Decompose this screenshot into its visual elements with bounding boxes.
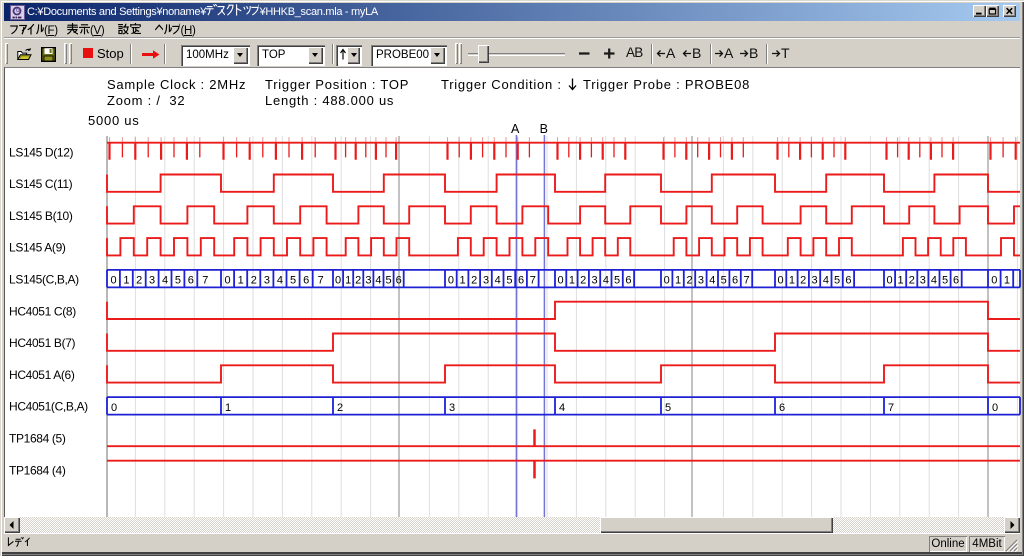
svg-text:4: 4 [495,275,501,287]
svg-text:TP1684 (5): TP1684 (5) [9,432,66,446]
svg-text:0: 0 [664,275,670,287]
svg-text:1: 1 [1004,275,1010,287]
svg-text:7: 7 [888,402,894,414]
svg-text:6: 6 [188,275,194,287]
svg-text:4: 4 [277,275,283,287]
svg-text:5: 5 [290,275,296,287]
svg-text:6: 6 [303,275,309,287]
svg-text:7: 7 [202,275,208,287]
svg-text:1: 1 [460,275,466,287]
svg-text:0: 0 [448,275,454,287]
svg-text:3: 3 [483,275,489,287]
svg-text:2: 2 [909,275,915,287]
svg-text:6: 6 [732,275,738,287]
svg-text:5: 5 [834,275,840,287]
svg-text:5: 5 [175,275,181,287]
svg-text:1: 1 [238,275,244,287]
svg-text:6: 6 [953,275,959,287]
svg-text:LS145 B(10): LS145 B(10) [9,209,73,223]
svg-text:3: 3 [920,275,926,287]
svg-text:LS145 C(11): LS145 C(11) [9,177,73,191]
svg-text:LS145 D(12): LS145 D(12) [9,145,74,159]
svg-text:4: 4 [162,275,168,287]
svg-text:HC4051 C(8): HC4051 C(8) [9,304,76,318]
svg-text:A: A [511,122,520,136]
svg-text:3: 3 [264,275,270,287]
svg-text:5: 5 [386,275,392,287]
svg-text:6: 6 [396,275,402,287]
svg-text:2: 2 [136,275,142,287]
svg-text:2: 2 [800,275,806,287]
svg-text:0: 0 [335,275,341,287]
svg-text:4: 4 [375,275,381,287]
svg-text:LS145 A(9): LS145 A(9) [9,241,66,255]
svg-text:1: 1 [225,402,231,414]
svg-text:0: 0 [991,275,997,287]
svg-text:3: 3 [449,402,455,414]
svg-text:4: 4 [709,275,715,287]
svg-text:0: 0 [886,275,892,287]
svg-text:0: 0 [225,275,231,287]
svg-text:LS145(C,B,A): LS145(C,B,A) [9,273,79,287]
svg-text:0: 0 [111,402,117,414]
svg-text:0: 0 [110,275,116,287]
svg-text:6: 6 [779,402,785,414]
svg-text:0: 0 [992,402,998,414]
svg-text:7: 7 [743,275,749,287]
svg-text:4: 4 [559,402,565,414]
svg-text:1: 1 [675,275,681,287]
svg-text:2: 2 [471,275,477,287]
svg-text:1: 1 [123,275,129,287]
svg-text:3: 3 [591,275,597,287]
svg-text:5: 5 [614,275,620,287]
svg-text:6: 6 [518,275,524,287]
svg-text:2: 2 [580,275,586,287]
svg-text:2: 2 [355,275,361,287]
svg-text:4: 4 [603,275,609,287]
svg-text:3: 3 [698,275,704,287]
svg-text:6: 6 [845,275,851,287]
svg-text:1: 1 [569,275,575,287]
svg-text:5: 5 [721,275,727,287]
svg-text:3: 3 [365,275,371,287]
svg-text:TP1684 (4): TP1684 (4) [9,463,66,477]
svg-text:1: 1 [898,275,904,287]
svg-text:HC4051 A(6): HC4051 A(6) [9,368,75,382]
svg-text:4: 4 [823,275,829,287]
svg-text:HC4051 B(7): HC4051 B(7) [9,336,76,350]
svg-text:5: 5 [665,402,671,414]
svg-text:1: 1 [345,275,351,287]
svg-text:3: 3 [811,275,817,287]
svg-text:5: 5 [942,275,948,287]
svg-text:4: 4 [931,275,937,287]
svg-text:2: 2 [337,402,343,414]
svg-text:6: 6 [625,275,631,287]
svg-text:5: 5 [506,275,512,287]
svg-text:7: 7 [530,275,536,287]
svg-text:1: 1 [789,275,795,287]
svg-text:B: B [540,122,548,136]
svg-text:HC4051(C,B,A): HC4051(C,B,A) [9,400,88,414]
svg-text:2: 2 [686,275,692,287]
svg-text:2: 2 [251,275,257,287]
svg-text:0: 0 [778,275,784,287]
svg-text:3: 3 [149,275,155,287]
svg-text:0: 0 [558,275,564,287]
svg-text:7: 7 [318,275,324,287]
